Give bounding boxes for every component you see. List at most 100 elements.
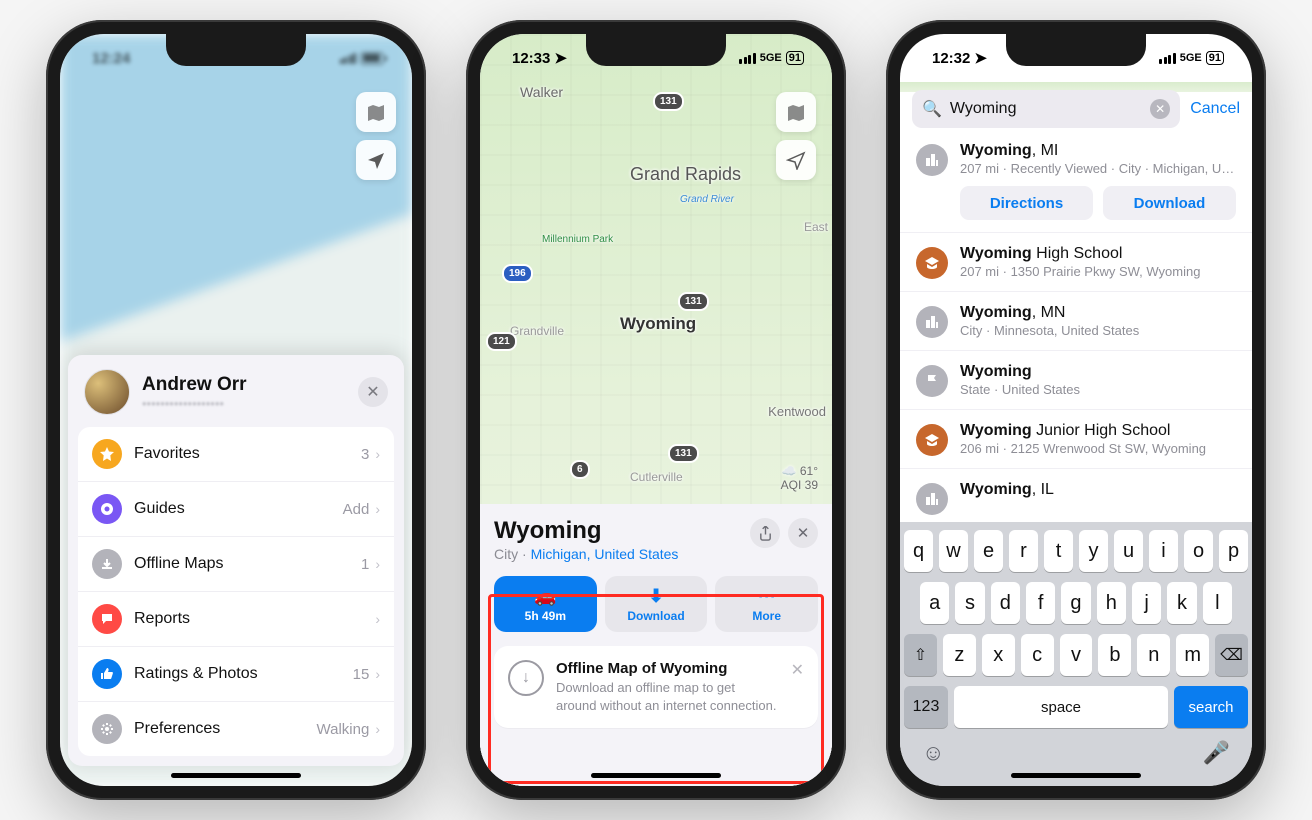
locate-button[interactable] [356, 140, 396, 180]
cancel-link[interactable]: Cancel [1190, 100, 1240, 118]
clear-search-button[interactable]: ✕ [1150, 99, 1170, 119]
key-s[interactable]: s [955, 582, 984, 624]
search-field[interactable]: 🔍 Wyoming ✕ [912, 90, 1180, 128]
dictation-key[interactable]: 🎤 [1203, 740, 1230, 766]
menu-label: Guides [134, 500, 331, 518]
key-v[interactable]: v [1060, 634, 1093, 676]
search-result[interactable]: Wyoming High School207 mi · 1350 Prairie… [900, 233, 1252, 292]
key-x[interactable]: x [982, 634, 1015, 676]
numbers-key[interactable]: 123 [904, 686, 948, 728]
network-label: 5GE [1180, 52, 1202, 64]
search-result[interactable]: Wyoming, MI207 mi · Recently Viewed · Ci… [900, 130, 1252, 233]
map-mode-button[interactable] [356, 92, 396, 132]
home-indicator [591, 773, 721, 778]
search-input[interactable]: Wyoming [950, 100, 1142, 118]
offline-icon [92, 549, 122, 579]
directions-button[interactable]: 🚗 5h 49m [494, 576, 597, 632]
key-h[interactable]: h [1097, 582, 1126, 624]
chevron-right-icon: › [375, 446, 380, 462]
search-result[interactable]: Wyoming Junior High School206 mi · 2125 … [900, 410, 1252, 469]
weather-widget: ☁️ 61° AQI 39 [781, 464, 818, 492]
search-result[interactable]: Wyoming, IL [900, 469, 1252, 522]
key-q[interactable]: q [904, 530, 933, 572]
menu-label: Reports [134, 610, 363, 628]
key-t[interactable]: t [1044, 530, 1073, 572]
close-icon[interactable]: ✕ [358, 377, 388, 407]
locate-button[interactable] [776, 140, 816, 180]
key-l[interactable]: l [1203, 582, 1232, 624]
menu-label: Preferences [134, 720, 305, 738]
city-icon [916, 483, 948, 515]
menu-item-offline-maps[interactable]: Offline Maps 1 › [78, 537, 394, 592]
result-title: Wyoming, IL [960, 481, 1236, 499]
place-subtitle: City · Michigan, United States [494, 546, 742, 562]
share-button[interactable] [750, 518, 780, 548]
shift-key[interactable]: ⇧ [904, 634, 937, 676]
menu-item-favorites[interactable]: Favorites3 › [78, 427, 394, 482]
network-label: 5GE [760, 52, 782, 64]
emoji-key[interactable]: ☺ [922, 740, 944, 766]
key-m[interactable]: m [1176, 634, 1209, 676]
city-icon [916, 306, 948, 338]
map-mode-button[interactable] [776, 92, 816, 132]
offline-desc: Download an offline map to get around wi… [556, 679, 779, 714]
download-button[interactable]: ⬇︎ Download [605, 576, 708, 632]
key-u[interactable]: u [1114, 530, 1143, 572]
key-g[interactable]: g [1061, 582, 1090, 624]
menu-label: Offline Maps [134, 555, 349, 573]
more-button[interactable]: ⋯ More [715, 576, 818, 632]
key-w[interactable]: w [939, 530, 968, 572]
key-d[interactable]: d [991, 582, 1020, 624]
key-c[interactable]: c [1021, 634, 1054, 676]
key-f[interactable]: f [1026, 582, 1055, 624]
menu-item-ratings-photos[interactable]: Ratings & Photos15 › [78, 647, 394, 702]
battery-label: 91 [1206, 51, 1224, 65]
profile-sheet: Andrew Orr •••••••••••••••••• ✕ Favorite… [68, 355, 404, 766]
space-key[interactable]: space [954, 686, 1168, 728]
key-i[interactable]: i [1149, 530, 1178, 572]
place-region-link[interactable]: Michigan, United States [531, 546, 679, 562]
menu-item-guides[interactable]: GuidesAdd › [78, 482, 394, 537]
key-p[interactable]: p [1219, 530, 1248, 572]
key-b[interactable]: b [1098, 634, 1131, 676]
keyboard: qwertyuiop asdfghjkl ⇧zxcvbnm⌫ 123 space… [900, 522, 1252, 786]
offline-title: Offline Map of Wyoming [556, 660, 779, 677]
menu-item-preferences[interactable]: PreferencesWalking › [78, 702, 394, 756]
download-icon: ⬇︎ [648, 586, 663, 607]
chevron-right-icon: › [375, 556, 380, 572]
key-j[interactable]: j [1132, 582, 1161, 624]
menu-trail: 3 › [361, 446, 380, 463]
menu-trail: 1 › [361, 556, 380, 573]
avatar[interactable] [84, 369, 130, 415]
key-r[interactable]: r [1009, 530, 1038, 572]
offline-map-card[interactable]: ↓ Offline Map of Wyoming Download an off… [494, 646, 818, 728]
phone-profile: 12:24 Andrew Orr •••••••••••••••••• ✕ Fa… [46, 20, 426, 800]
location-arrow-icon: ➤ [554, 49, 567, 67]
search-result[interactable]: Wyoming, MNCity · Minnesota, United Stat… [900, 292, 1252, 351]
search-results[interactable]: Wyoming, MI207 mi · Recently Viewed · Ci… [900, 130, 1252, 522]
key-y[interactable]: y [1079, 530, 1108, 572]
directions-button[interactable]: Directions [960, 186, 1093, 220]
close-button[interactable]: ✕ [788, 518, 818, 548]
menu-item-reports[interactable]: Reports › [78, 592, 394, 647]
backspace-key[interactable]: ⌫ [1215, 634, 1248, 676]
result-subtitle: State · United States [960, 382, 1236, 397]
weather-icon: ☁️ [782, 464, 797, 478]
search-key[interactable]: search [1174, 686, 1248, 728]
key-n[interactable]: n [1137, 634, 1170, 676]
dismiss-card-button[interactable]: ✕ [791, 660, 804, 680]
result-subtitle: 207 mi · Recently Viewed · City · Michig… [960, 161, 1236, 176]
key-z[interactable]: z [943, 634, 976, 676]
search-result[interactable]: WyomingState · United States [900, 351, 1252, 410]
battery-label: 91 [786, 51, 804, 65]
signal-icon [1159, 53, 1176, 64]
download-button[interactable]: Download [1103, 186, 1236, 220]
key-o[interactable]: o [1184, 530, 1213, 572]
status-time: 12:24 [92, 50, 130, 67]
result-title: Wyoming, MI [960, 142, 1236, 160]
key-a[interactable]: a [920, 582, 949, 624]
key-e[interactable]: e [974, 530, 1003, 572]
city-icon [916, 144, 948, 176]
drive-time: 5h 49m [525, 609, 566, 623]
key-k[interactable]: k [1167, 582, 1196, 624]
